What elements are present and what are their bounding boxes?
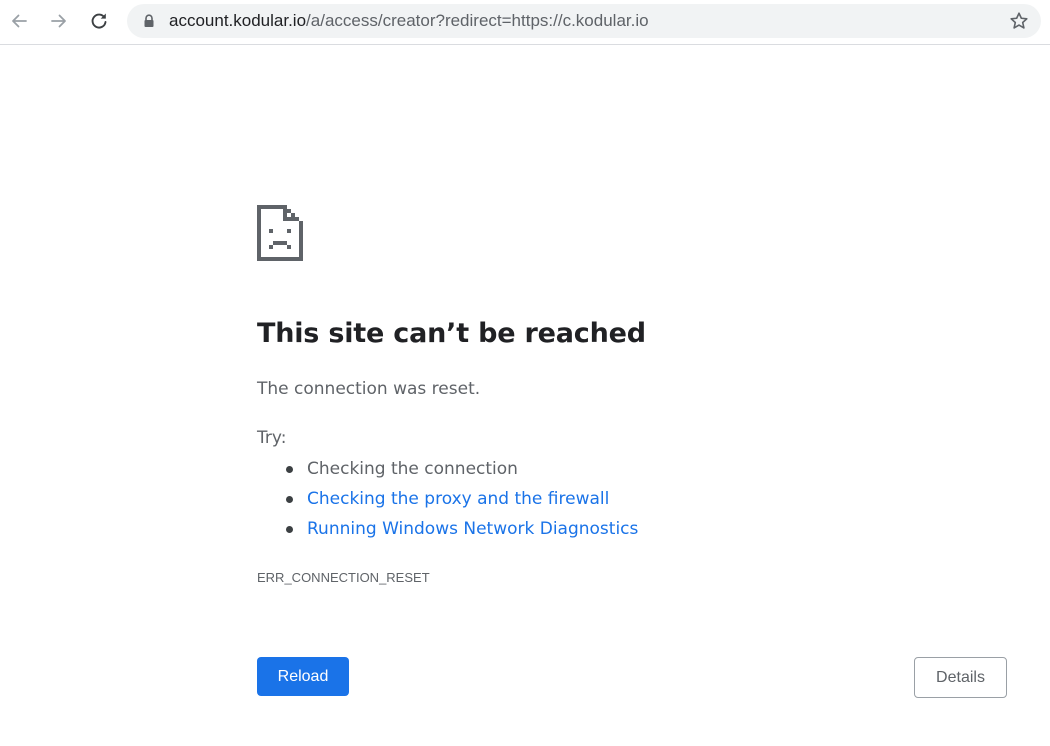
suggestion-check-connection: Checking the connection [307, 459, 518, 479]
url-host: account.kodular.io [169, 11, 307, 30]
suggestion-network-diagnostics-link[interactable]: Running Windows Network Diagnostics [307, 519, 638, 539]
address-bar[interactable]: account.kodular.io/a/access/creator?redi… [127, 4, 1041, 38]
bullet-dot [286, 526, 293, 533]
forward-button[interactable] [45, 7, 73, 35]
url-path: /a/access/creator?redirect=https://c.kod… [306, 11, 649, 30]
browser-toolbar: account.kodular.io/a/access/creator?redi… [0, 0, 1050, 45]
reload-page-button[interactable] [85, 7, 113, 35]
suggestions-list: Checking the connection Checking the pro… [257, 458, 638, 548]
arrow-right-icon [51, 14, 66, 28]
back-button[interactable] [5, 7, 33, 35]
star-outline-icon[interactable] [1009, 11, 1029, 31]
lock-icon [144, 14, 154, 27]
try-label: Try: [257, 428, 287, 448]
details-button[interactable]: Details [914, 657, 1007, 698]
error-code: ERR_CONNECTION_RESET [257, 570, 430, 585]
reload-button[interactable]: Reload [257, 657, 349, 696]
bullet-dot [286, 496, 293, 503]
arrow-left-icon [12, 14, 27, 28]
error-summary: The connection was reset. [257, 379, 481, 399]
error-headline: This site can’t be reached [257, 318, 646, 349]
suggestion-item: Checking the proxy and the firewall [257, 488, 638, 518]
suggestion-item: Checking the connection [257, 458, 638, 488]
suggestion-item: Running Windows Network Diagnostics [257, 518, 638, 548]
sad-page-icon [257, 205, 303, 261]
bullet-dot [286, 466, 293, 473]
suggestion-proxy-firewall-link[interactable]: Checking the proxy and the firewall [307, 489, 609, 509]
url-text[interactable]: account.kodular.io/a/access/creator?redi… [169, 4, 649, 38]
reload-icon [91, 13, 107, 29]
